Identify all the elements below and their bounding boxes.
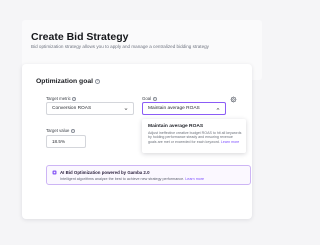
target-value-input[interactable]: 18.5% (46, 135, 86, 148)
info-icon[interactable]: ? (152, 96, 157, 101)
page-subtitle: Bid optimization strategy allows you to … (31, 44, 209, 49)
section-title-text: Optimization goal (36, 78, 94, 85)
goal-label-text: Goal (142, 96, 152, 101)
sparkle-icon (52, 170, 57, 175)
learn-more-link[interactable]: Learn more (185, 177, 204, 181)
ai-optimization-banner: AI Bid Optimization powered by Gamba 2.0… (46, 165, 251, 185)
info-icon[interactable]: ? (95, 79, 101, 84)
page-title: Create Bid Strategy (31, 31, 129, 43)
learn-more-link[interactable]: Learn more (221, 140, 239, 144)
ai-banner-text-body: Intelligent algorithms analyze the best … (60, 176, 185, 181)
goal-select[interactable]: Maintain average ROAS (142, 102, 226, 115)
dropdown-option-title[interactable]: Maintain average ROAS (148, 124, 203, 129)
target-value-label-text: Target value (46, 128, 70, 133)
info-icon[interactable]: ? (70, 128, 75, 133)
target-value-label: Target value ? (46, 128, 75, 133)
target-metric-label: Target metric ? (46, 96, 77, 101)
target-metric-label-text: Target metric (46, 96, 71, 101)
target-value-text: 18.5% (52, 139, 66, 144)
optimization-card: Optimization goal ? Target metric ? Conv… (22, 64, 252, 219)
target-metric-select[interactable]: Conversion ROAS (46, 102, 134, 115)
target-metric-value: Conversion ROAS (52, 106, 92, 111)
dropdown-option-description: Adjust ineffective creative budget ROAS … (148, 131, 242, 144)
goal-label: Goal ? (142, 96, 157, 101)
chevron-down-icon (124, 108, 128, 110)
gear-icon[interactable] (230, 96, 237, 103)
ai-banner-text: Intelligent algorithms analyze the best … (60, 177, 204, 181)
chevron-up-icon (216, 108, 220, 110)
ai-banner-title: AI Bid Optimization powered by Gamba 2.0 (60, 169, 150, 175)
goal-value: Maintain average ROAS (148, 106, 200, 111)
info-icon[interactable]: ? (72, 96, 77, 101)
goal-dropdown-menu[interactable]: Maintain average ROAS Adjust ineffective… (142, 119, 246, 153)
section-title: Optimization goal ? (36, 78, 101, 85)
